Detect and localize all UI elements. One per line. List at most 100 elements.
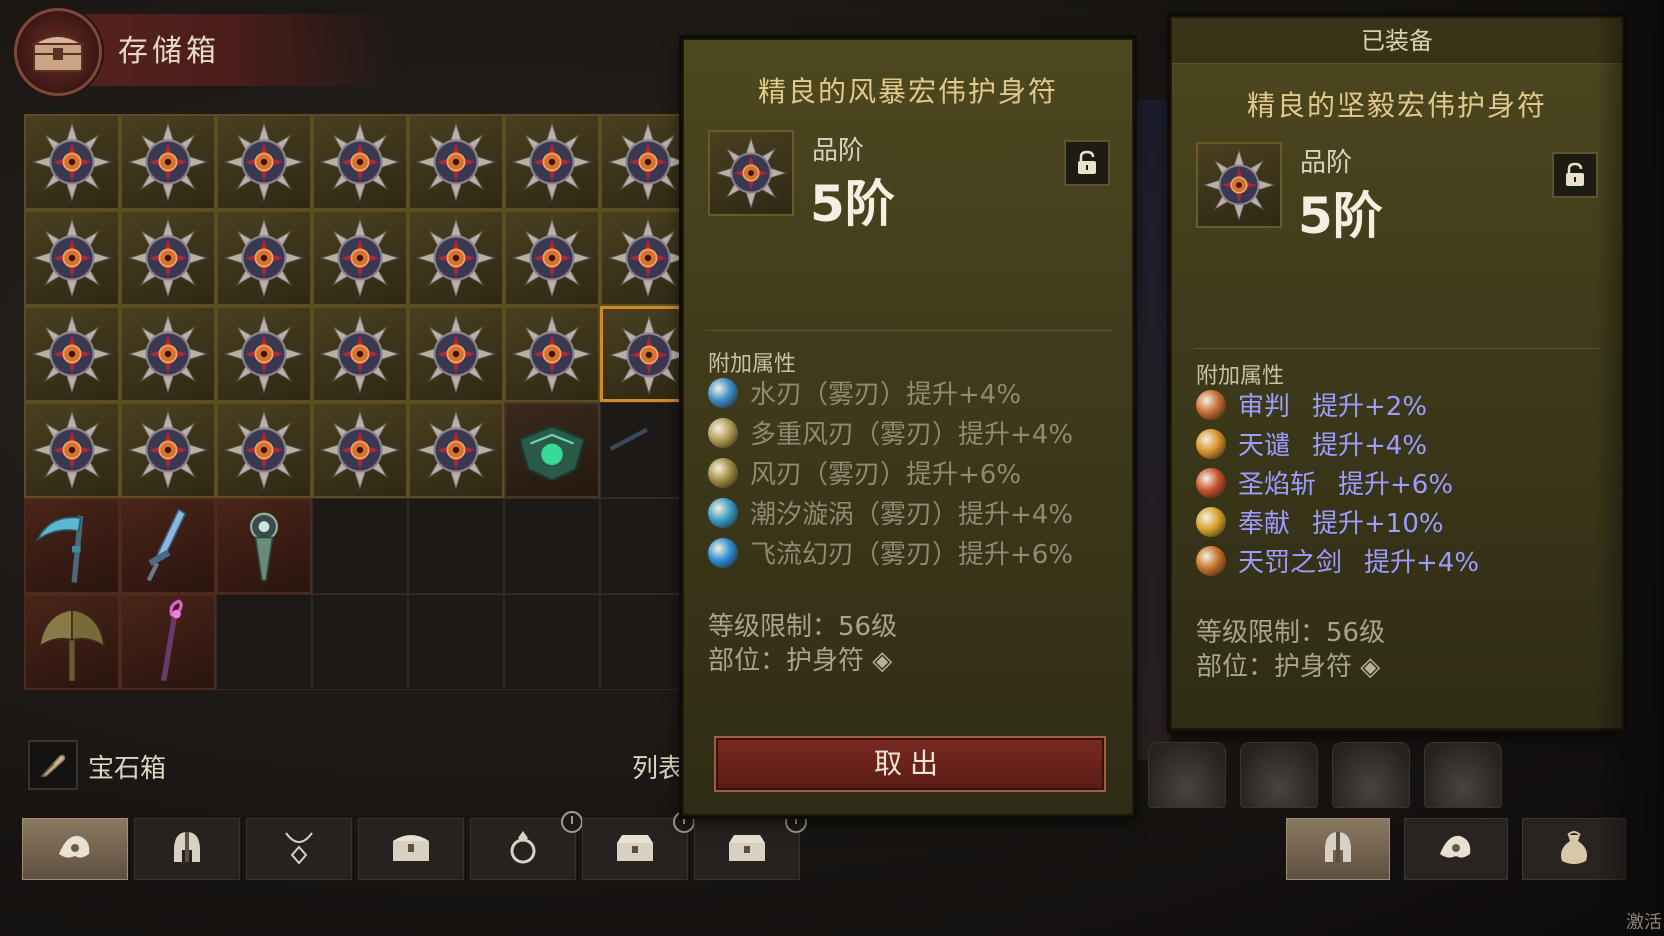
inventory-slot[interactable] <box>24 498 120 594</box>
inventory-slot[interactable] <box>312 306 408 402</box>
ring-tab-icon <box>506 829 540 869</box>
inventory-slot[interactable] <box>408 306 504 402</box>
inventory-slot[interactable] <box>120 210 216 306</box>
inventory-slot[interactable] <box>312 114 408 210</box>
inventory-slot[interactable] <box>216 210 312 306</box>
inventory-slot[interactable] <box>408 114 504 210</box>
inventory-slot[interactable] <box>600 402 684 498</box>
empty-slot[interactable] <box>312 498 408 594</box>
inventory-slot[interactable] <box>120 498 216 594</box>
skill-gem-icon <box>708 537 738 568</box>
attribute-row: 天谴 提升+4% <box>1196 425 1427 462</box>
inventory-slot[interactable] <box>408 210 504 306</box>
tab-helmet[interactable] <box>134 818 240 880</box>
inventory-slot[interactable] <box>312 210 408 306</box>
empty-slot[interactable] <box>600 498 684 594</box>
inventory-slot[interactable] <box>24 402 120 498</box>
empty-slot[interactable] <box>504 594 600 690</box>
amulet-icon <box>317 215 403 301</box>
amulet-icon <box>712 134 790 212</box>
helmet-tab-icon <box>1321 828 1355 870</box>
amulet-icon <box>125 215 211 301</box>
amulet-icon <box>125 119 211 205</box>
empty-slot[interactable] <box>600 594 684 690</box>
tab-chest[interactable] <box>358 818 464 880</box>
attribute-row: 风刃（雾刃） 提升+6% <box>708 454 1021 491</box>
side-tab-helmet[interactable] <box>1286 818 1390 880</box>
amulet-icon <box>125 407 211 493</box>
lock-button[interactable] <box>1552 152 1598 198</box>
grade-value: 5阶 <box>810 175 895 233</box>
inventory-slot[interactable] <box>600 114 684 210</box>
inventory-slot[interactable] <box>600 306 684 402</box>
attribute-skill: 奉献 <box>1238 509 1291 539</box>
item-icon <box>1196 142 1282 228</box>
tab-crate[interactable] <box>582 811 695 880</box>
grade-label: 品阶 <box>1300 148 1353 178</box>
inventory-slot[interactable] <box>504 402 600 498</box>
inventory-slot[interactable] <box>408 402 504 498</box>
empty-slot[interactable] <box>408 594 504 690</box>
empty-slot[interactable] <box>408 498 504 594</box>
inventory-slot[interactable] <box>120 402 216 498</box>
attribute-bonus: 提升+6% <box>1338 470 1454 500</box>
inventory-slot[interactable] <box>216 306 312 402</box>
tab-amulet[interactable] <box>22 818 128 880</box>
inventory-slot[interactable] <box>24 210 120 306</box>
inventory-slot[interactable] <box>24 114 120 210</box>
equip-slot-2[interactable] <box>1240 742 1318 808</box>
attribute-bonus: 提升+4% <box>1364 548 1480 578</box>
empty-slot[interactable] <box>504 498 600 594</box>
inventory-slot[interactable] <box>24 306 120 402</box>
item-icon <box>708 130 794 216</box>
axe-icon <box>29 599 115 685</box>
equip-slot-4[interactable] <box>1424 742 1502 808</box>
empty-slot[interactable] <box>312 594 408 690</box>
grade-value: 5阶 <box>1298 187 1383 245</box>
attribute-row: 奉献 提升+10% <box>1196 503 1444 540</box>
gem-box-button[interactable] <box>28 740 78 790</box>
inventory-slot[interactable] <box>216 114 312 210</box>
necklace-tab-icon <box>282 829 316 869</box>
list-label[interactable]: 列表 <box>632 748 684 785</box>
inventory-slot[interactable] <box>24 594 120 690</box>
take-out-button[interactable]: 取出 <box>714 736 1106 792</box>
amulet-icon <box>221 215 307 301</box>
skill-gem-icon <box>708 497 738 528</box>
attribute-skill: 潮汐漩涡（雾刃） <box>750 500 959 530</box>
skill-gem-icon <box>1196 389 1226 420</box>
amulet-icon <box>606 312 684 398</box>
attribute-bonus: 提升+10% <box>1312 509 1444 539</box>
inventory-slot[interactable] <box>216 498 312 594</box>
inventory-slot[interactable] <box>216 402 312 498</box>
crate-tab-icon <box>726 831 768 867</box>
attribute-skill: 天谴 <box>1238 431 1291 461</box>
inventory-slot[interactable] <box>120 114 216 210</box>
amulet-icon <box>413 407 499 493</box>
feather-icon <box>40 754 66 777</box>
amulet-icon <box>221 311 307 397</box>
tab-necklace[interactable] <box>246 818 352 880</box>
skill-gem-icon <box>1196 545 1226 576</box>
gem-box-label[interactable]: 宝石箱 <box>88 748 166 785</box>
tab-crate[interactable] <box>694 811 807 880</box>
skill-gem-icon <box>1196 467 1226 498</box>
inventory-slot[interactable] <box>312 402 408 498</box>
selected-item-tooltip: 精良的风暴宏伟护身符 品阶 5阶 附加属性 水刃（雾刃） 提升+4% 多重风刃（雾刃… <box>682 38 1134 816</box>
equip-slot-text: 部位：护身符 <box>708 646 865 676</box>
inventory-slot[interactable] <box>600 210 684 306</box>
inventory-slot[interactable] <box>504 114 600 210</box>
inventory-slot[interactable] <box>504 306 600 402</box>
tab-ring[interactable] <box>470 811 583 880</box>
attribute-row: 多重风刃（雾刃） 提升+4% <box>708 414 1073 451</box>
lock-button[interactable] <box>1064 140 1110 186</box>
empty-slot[interactable] <box>216 594 312 690</box>
equip-slot-1[interactable] <box>1148 742 1226 808</box>
inventory-slot[interactable] <box>504 210 600 306</box>
character-backdrop <box>1134 100 1170 760</box>
attribute-row: 水刃（雾刃） 提升+4% <box>708 374 1021 411</box>
equip-slot-3[interactable] <box>1332 742 1410 808</box>
inventory-slot[interactable] <box>120 594 216 690</box>
side-tab-amulet[interactable] <box>1404 818 1508 880</box>
inventory-slot[interactable] <box>120 306 216 402</box>
